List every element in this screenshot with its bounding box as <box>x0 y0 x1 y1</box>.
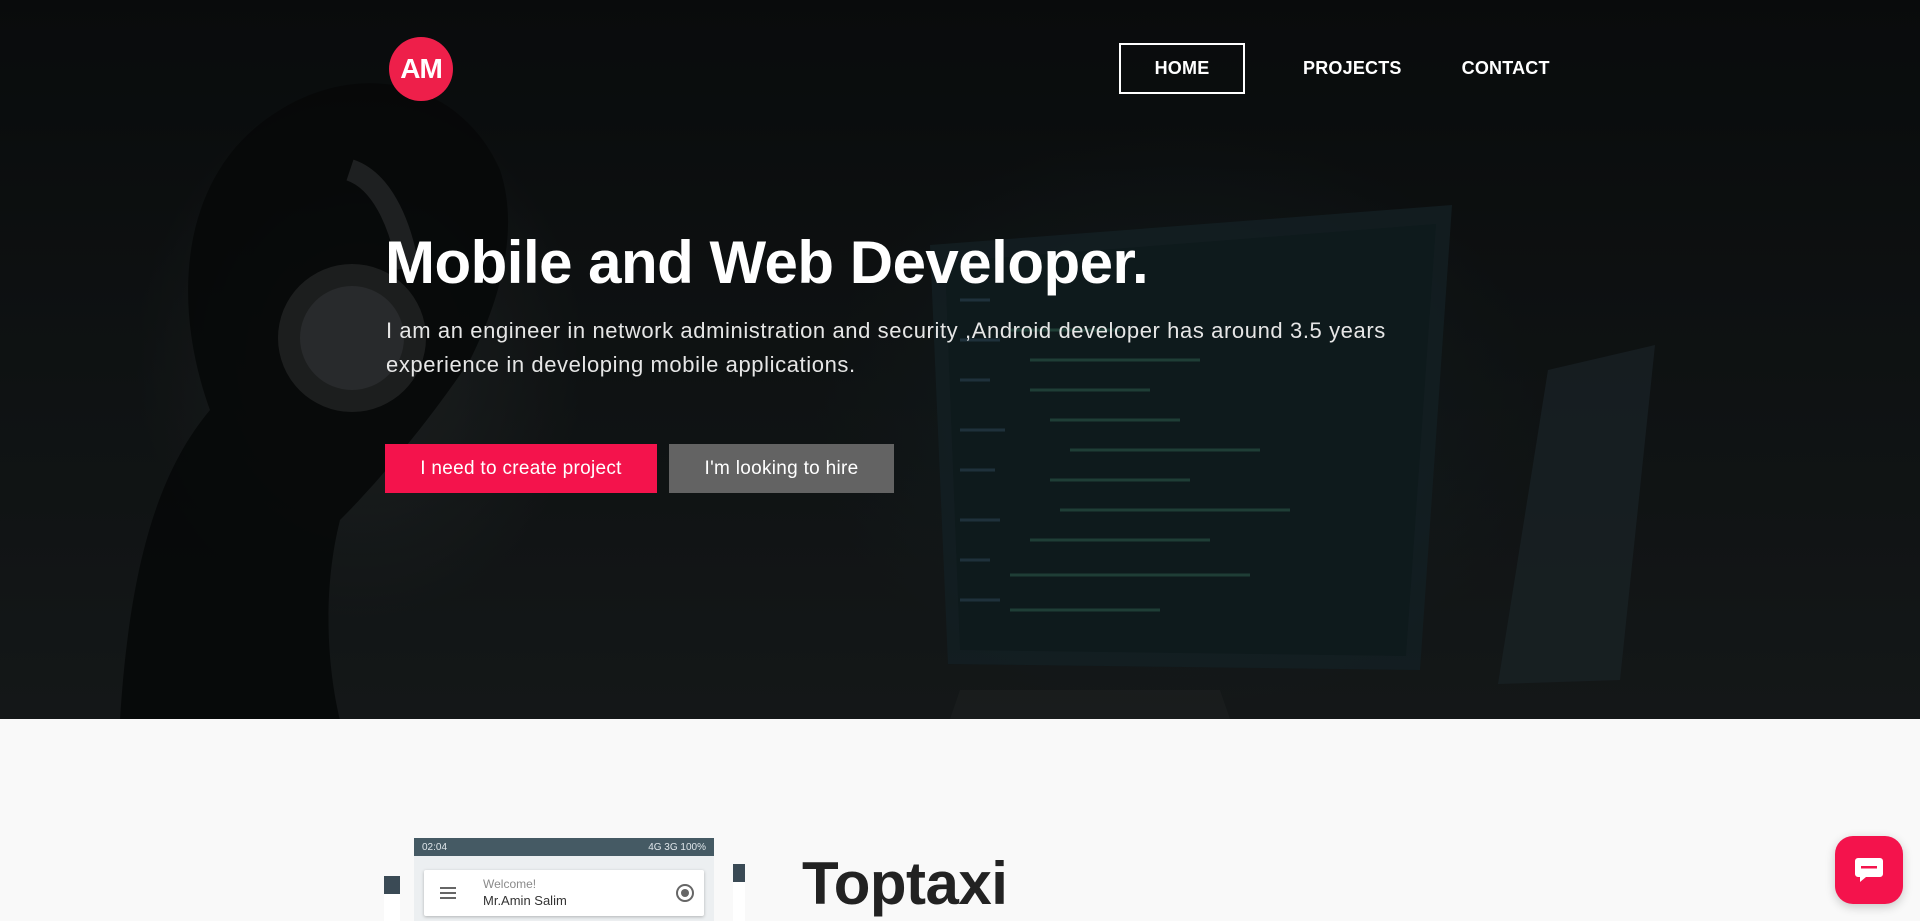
project-section: 02:04 4G 3G 100% Welcome! Mr.Amin Salim … <box>0 719 1920 921</box>
nav-item-contact[interactable]: CONTACT <box>1462 43 1550 94</box>
nav-item-projects[interactable]: PROJECTS <box>1303 43 1402 94</box>
location-icon <box>676 884 694 902</box>
phone-status-bar: 02:04 4G 3G 100% <box>414 838 714 856</box>
menu-icon <box>440 887 456 899</box>
project-screenshot[interactable]: 02:04 4G 3G 100% Welcome! Mr.Amin Salim <box>414 838 714 921</box>
phone-status-right: 4G 3G 100% <box>648 841 706 853</box>
create-project-button[interactable]: I need to create project <box>385 444 657 493</box>
chat-button[interactable] <box>1835 836 1903 904</box>
hero-section: AM HOME PROJECTS CONTACT Mobile and Web … <box>0 0 1920 719</box>
nav-item-home[interactable]: HOME <box>1119 43 1245 94</box>
phone-user-name: Mr.Amin Salim <box>483 893 567 908</box>
logo-text: AM <box>400 53 443 84</box>
project-slide-next[interactable] <box>733 864 745 921</box>
phone-status-time: 02:04 <box>422 841 448 853</box>
phone-welcome-text: Welcome! <box>483 877 537 891</box>
hero-description: I am an engineer in network administrati… <box>386 318 1386 377</box>
project-slide-prev[interactable] <box>384 876 400 921</box>
project-title: Toptaxi <box>802 850 1008 917</box>
hire-button[interactable]: I'm looking to hire <box>669 444 894 493</box>
phone-welcome-card: Welcome! Mr.Amin Salim <box>424 870 704 916</box>
hero-title: Mobile and Web Developer. <box>385 229 1149 296</box>
main-nav: HOME PROJECTS CONTACT <box>1119 43 1550 94</box>
logo[interactable]: AM <box>389 37 453 101</box>
chat-bubble-icon <box>1855 858 1883 882</box>
